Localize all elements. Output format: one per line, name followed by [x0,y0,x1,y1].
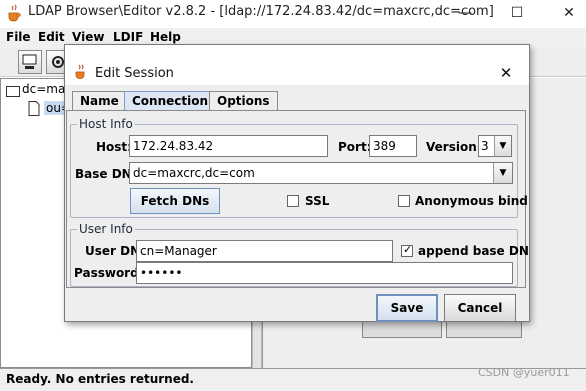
tab-options[interactable]: Options [209,91,278,111]
chevron-down-icon[interactable]: ▼ [493,163,512,183]
window-close-button[interactable]: ✕ [554,2,584,24]
host-input[interactable]: 172.24.83.42 [129,135,328,157]
java-cup-icon [8,4,21,22]
version-select[interactable]: 3 ▼ [478,135,512,157]
append-base-dn-label: append base DN [418,244,529,258]
anonymous-bind-label: Anonymous bind [415,194,528,208]
menu-file[interactable]: File [6,30,31,44]
computer-icon [22,54,37,69]
save-button[interactable]: Save [376,294,438,322]
version-label: Version: [426,140,482,154]
menu-ldif[interactable]: LDIF [113,30,143,44]
window-title: LDAP Browser\Editor v2.8.2 - [ldap://172… [28,4,494,19]
tab-connection[interactable]: Connection [124,91,217,111]
basedn-combo[interactable]: dc=maxcrc,dc=com ▼ [129,162,513,184]
port-input[interactable]: 389 [369,135,417,157]
basedn-value: dc=maxcrc,dc=com [133,166,255,180]
host-info-legend: Host Info [77,117,135,131]
append-base-dn-checkbox[interactable] [401,243,413,257]
toolbar-connect-button[interactable] [18,50,42,74]
ssl-checkbox[interactable] [287,195,299,207]
host-label: Host: [96,140,132,154]
fetch-dns-button[interactable]: Fetch DNs [130,188,220,214]
chevron-down-icon[interactable]: ▼ [493,136,511,156]
user-dn-input[interactable]: cn=Manager [136,240,393,262]
status-text: Ready. No entries returned. [6,372,194,386]
maximize-button[interactable]: ☐ [502,2,532,24]
anonymous-bind-checkbox[interactable] [398,195,410,207]
menu-help[interactable]: Help [150,30,181,44]
user-info-legend: User Info [77,222,135,236]
password-input[interactable]: •••••• [136,262,513,284]
menu-view[interactable]: View [72,30,104,44]
version-value: 3 [481,139,489,153]
document-icon [28,101,40,116]
menu-edit[interactable]: Edit [38,30,65,44]
password-label: Password: [74,266,144,280]
java-cup-icon [75,64,85,79]
tab-name[interactable]: Name [72,91,127,111]
watermark: CSDN @yuer011 [478,366,570,379]
minimize-button[interactable]: — [450,2,480,24]
dialog-close-button[interactable]: ✕ [494,62,518,84]
dialog-title: Edit Session [95,66,174,81]
folder-icon [6,86,20,97]
cancel-button[interactable]: Cancel [444,294,516,322]
basedn-label: Base DN: [75,167,137,181]
ssl-label: SSL [305,194,330,208]
port-label: Port: [338,140,372,154]
